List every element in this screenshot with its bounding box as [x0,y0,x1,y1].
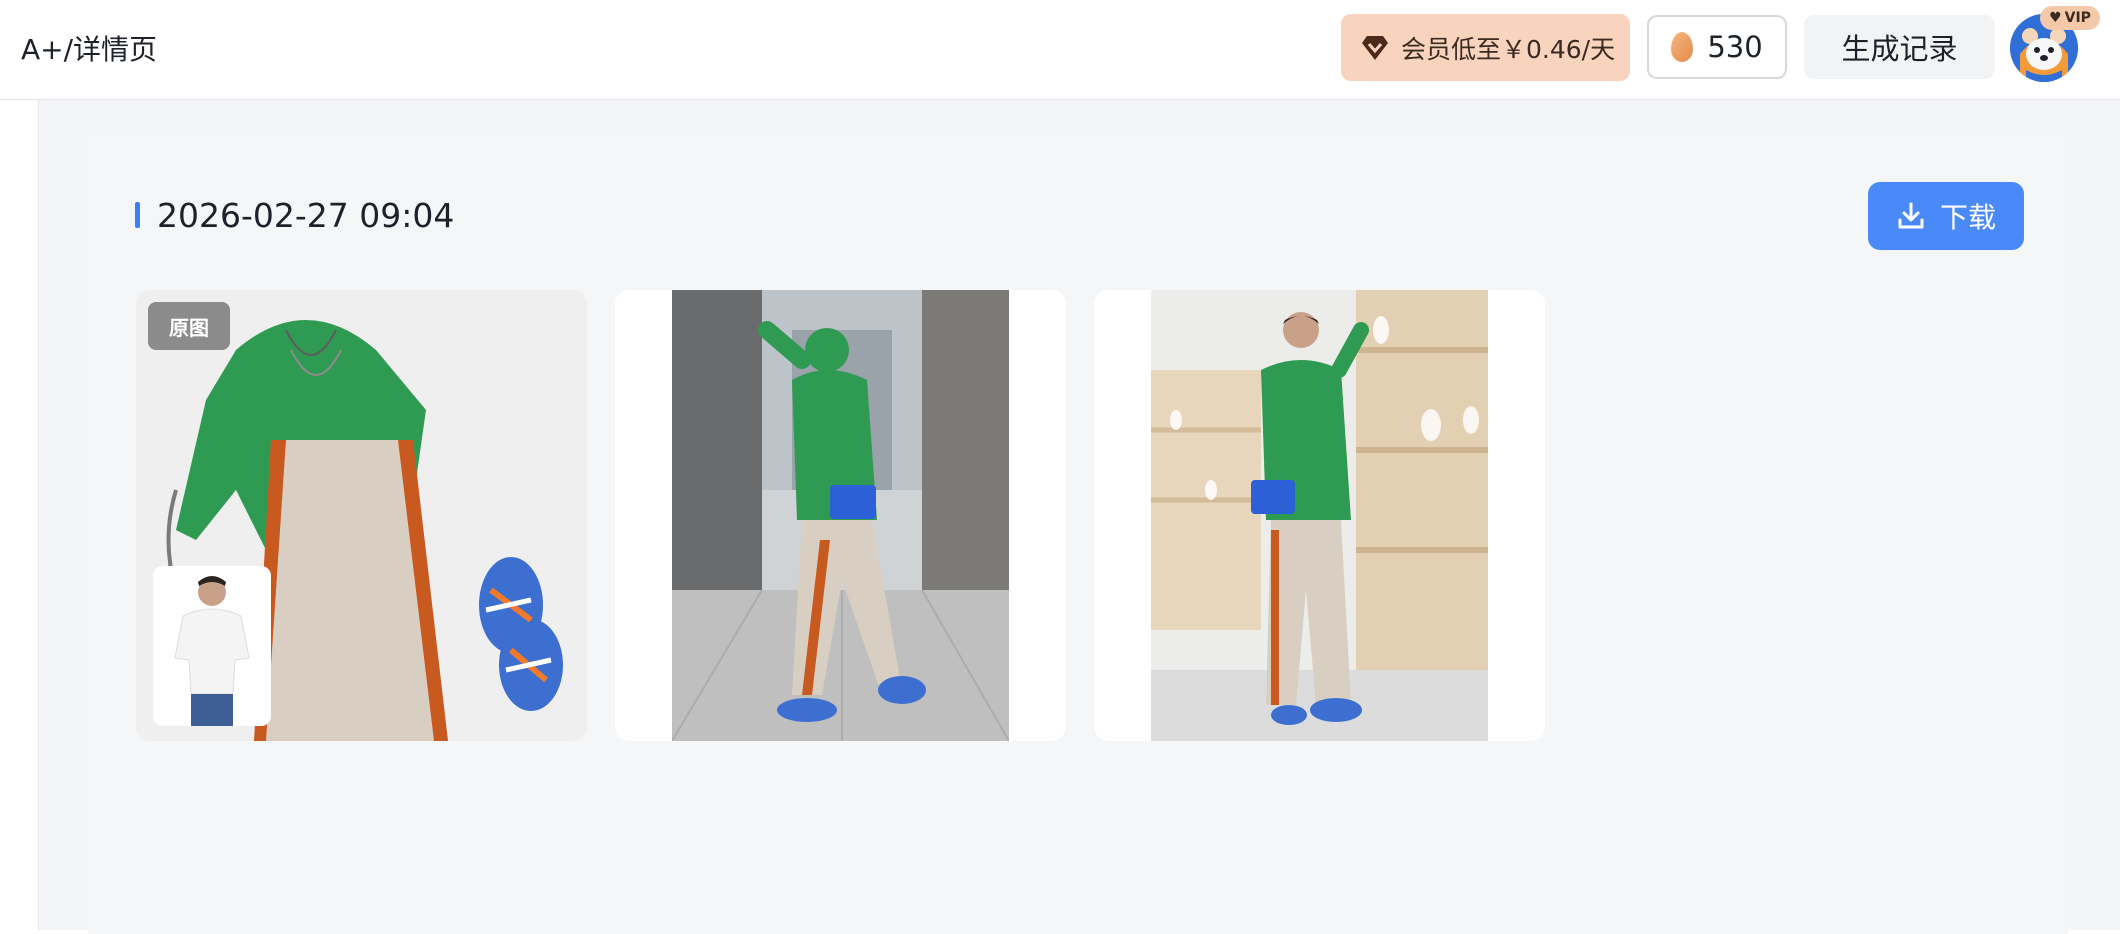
heart-icon: ♥ [2049,10,2062,26]
diamond-icon [1362,35,1388,60]
history-button[interactable]: 生成记录 [1804,15,1995,79]
sidebar [0,100,39,930]
original-image-card[interactable]: 原图 [136,290,587,741]
top-header: A+/详情页 会员低至￥0.46/天 530 生成记录 ♥ VIP [0,0,2120,100]
egg-icon [1671,32,1694,62]
points-value: 530 [1707,30,1763,64]
vip-promo-label: 会员低至￥0.46/天 [1401,34,1616,64]
generated-image-1 [672,290,1009,741]
download-label: 下载 [1939,201,1996,234]
vip-badge: ♥ VIP [2040,6,2100,30]
breadcrumb: A+/详情页 [21,33,158,66]
original-badge: 原图 [148,302,230,350]
generated-image-2 [1151,290,1488,741]
vip-badge-label: VIP [2064,10,2091,26]
model-reference-thumbnail [153,566,271,726]
download-button[interactable]: 下载 [1868,182,2024,250]
generated-image-card-2[interactable] [1094,290,1545,741]
download-icon [1898,202,1924,229]
title-accent-bar [135,202,140,228]
generated-image-card-1[interactable] [615,290,1066,741]
points-balance[interactable]: 530 [1647,15,1787,79]
generation-timestamp: 2026-02-27 09:04 [157,196,455,235]
vip-promo-button[interactable]: 会员低至￥0.46/天 [1341,14,1630,81]
